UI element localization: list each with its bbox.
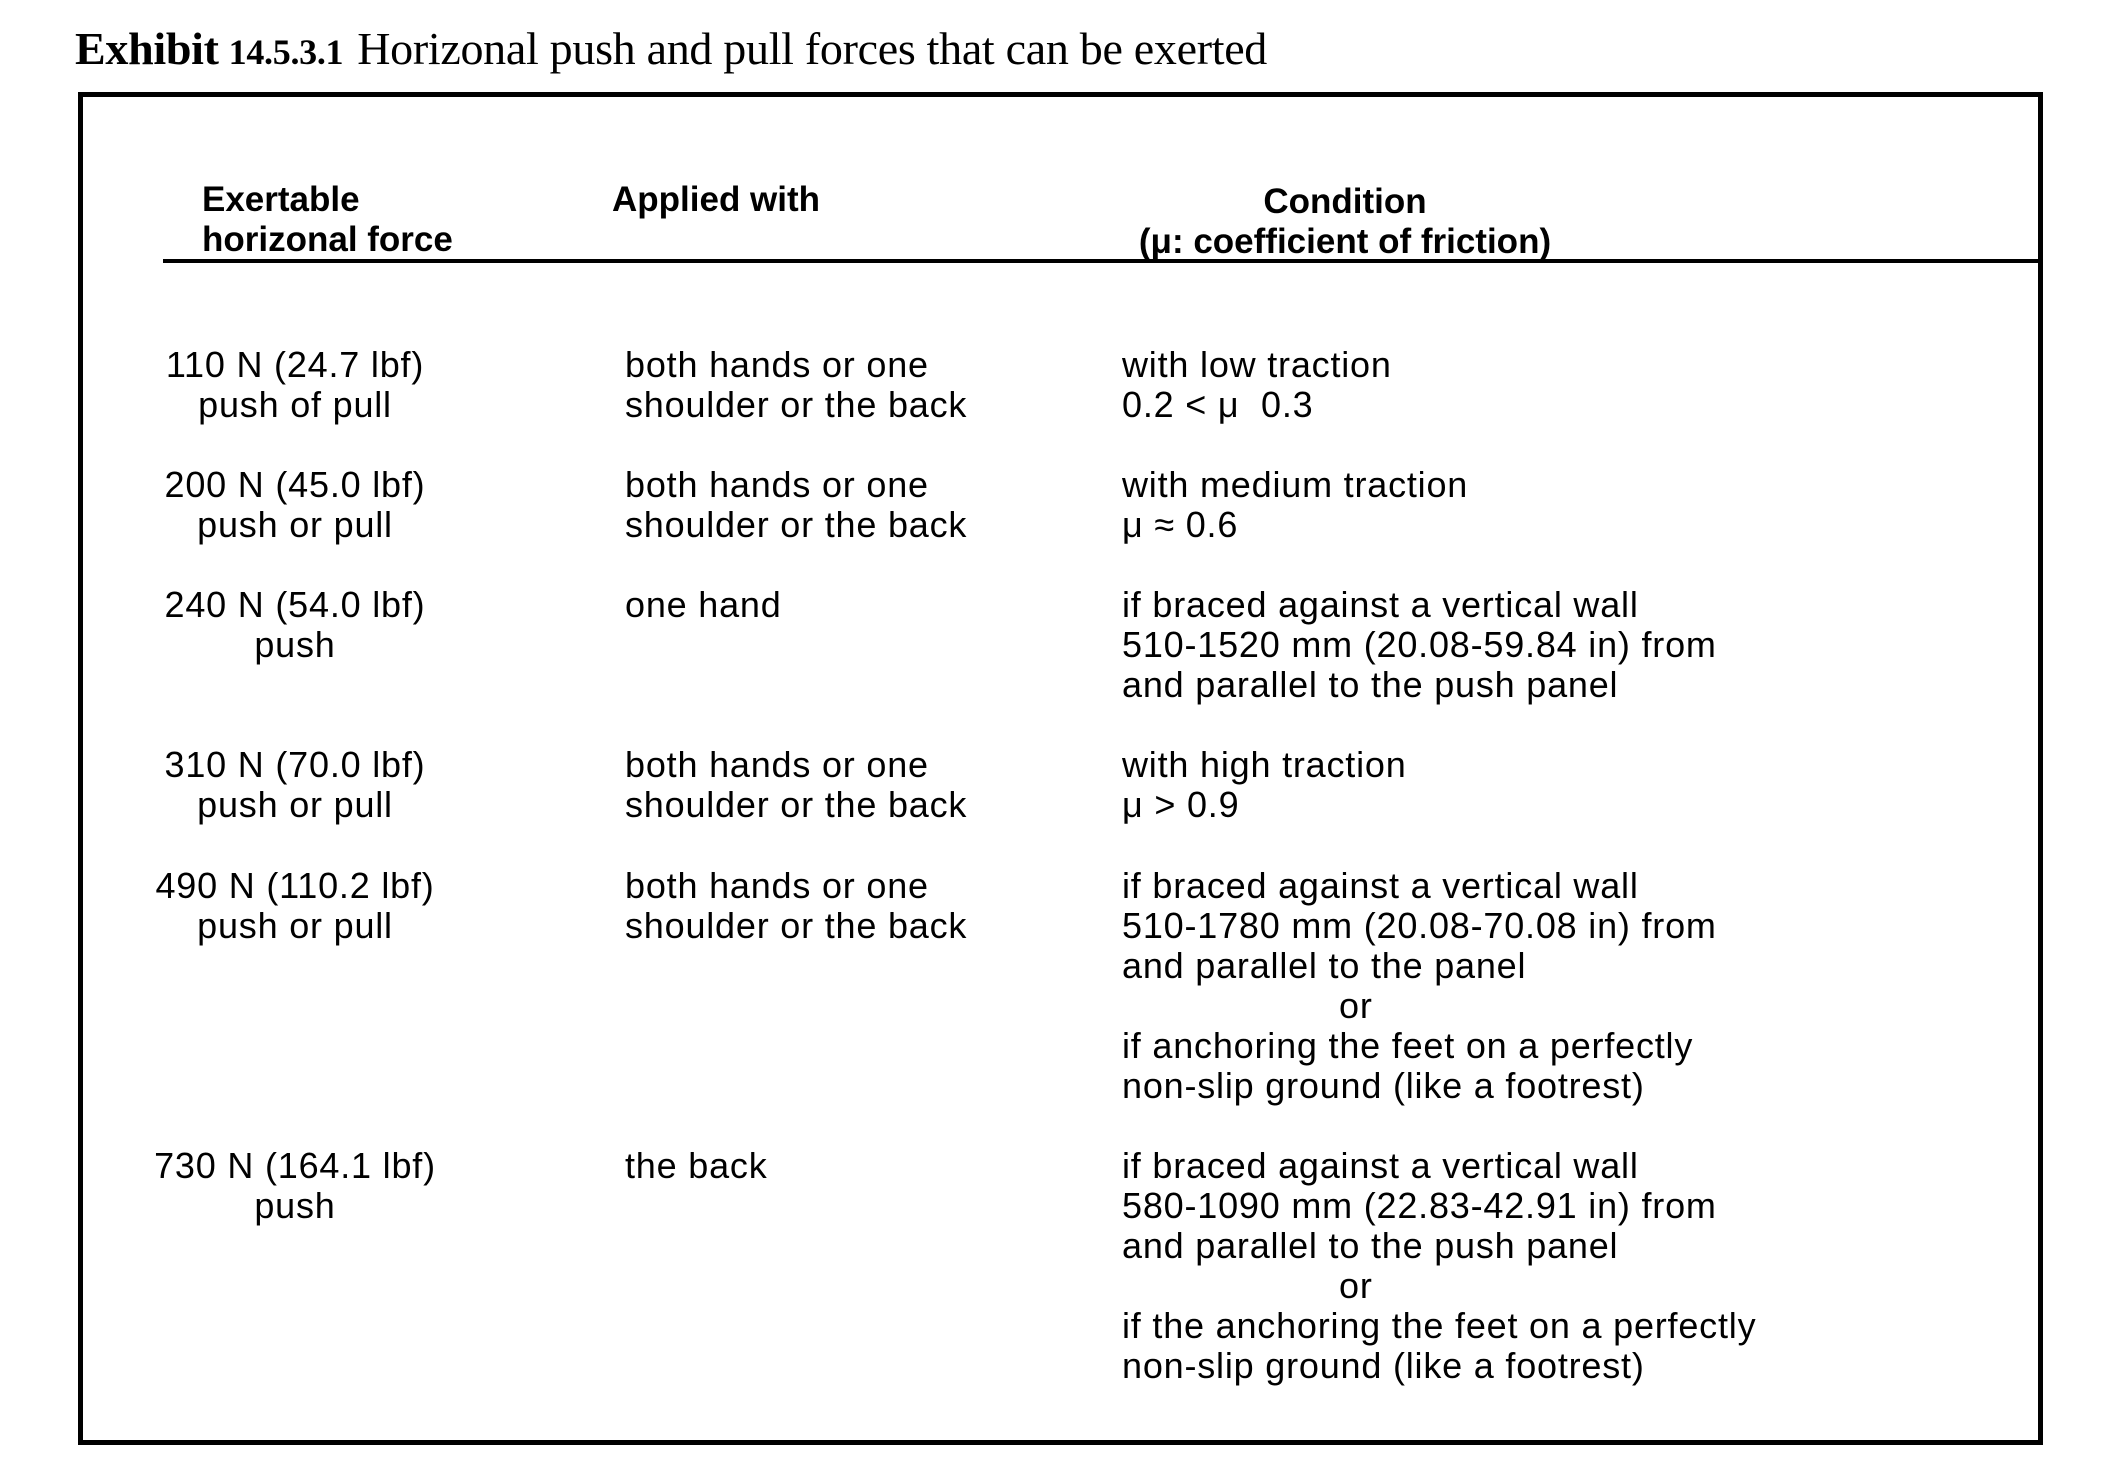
- condition-line: if anchoring the feet on a perfectly: [1122, 1025, 1694, 1066]
- condition-line: if braced against a vertical wall: [1122, 1145, 1639, 1186]
- exhibit-number: 14.5.3.1: [228, 32, 344, 72]
- condition-line: and parallel to the panel: [1122, 945, 1527, 986]
- applied-line: the back: [625, 1145, 768, 1186]
- force-line: 490 N (110.2 lbf): [155, 865, 435, 906]
- applied-line: shoulder or the back: [625, 905, 968, 946]
- applied-line: both hands or one: [625, 744, 929, 785]
- cell-applied: both hands or one shoulder or the back: [625, 866, 967, 946]
- cell-applied: one hand: [625, 585, 782, 625]
- exhibit-caption: Horizonal push and pull forces that can …: [357, 23, 1268, 74]
- header-rule: [163, 259, 2038, 263]
- exhibit-title: Exhibit 14.5.3.1 Horizonal push and pull f…: [75, 22, 1267, 75]
- condition-line: μ > 0.9: [1122, 784, 1240, 825]
- cell-force: 110 N (24.7 lbf) push of pull: [95, 345, 495, 425]
- force-line: 110 N (24.7 lbf): [165, 344, 425, 385]
- header-applied-line: Applied with: [612, 180, 821, 219]
- header-force-line: horizonal force: [202, 220, 453, 259]
- condition-line: if braced against a vertical wall: [1122, 584, 1639, 625]
- cell-applied: both hands or one shoulder or the back: [625, 345, 967, 425]
- condition-line: non-slip ground (like a footrest): [1122, 1345, 1645, 1386]
- cell-condition: with medium traction μ ≈ 0.6: [1122, 465, 1468, 545]
- cell-condition: if braced against a vertical wall 510-178…: [1122, 866, 1717, 1106]
- cell-condition: if braced against a vertical wall 510-152…: [1122, 585, 1717, 705]
- applied-line: both hands or one: [625, 464, 929, 505]
- header-applied: Applied with: [612, 180, 820, 220]
- force-line: 240 N (54.0 lbf): [164, 584, 426, 625]
- exhibit-label: Exhibit: [75, 23, 219, 74]
- force-line: push or pull: [197, 784, 393, 825]
- header-condition-line: (μ: coefficient of friction): [1138, 222, 1552, 261]
- force-line: push of pull: [198, 384, 392, 425]
- condition-line: 0.2 < μ 0.3: [1122, 384, 1314, 425]
- header-condition-line: Condition: [1263, 182, 1427, 221]
- applied-line: shoulder or the back: [625, 504, 968, 545]
- force-line: 310 N (70.0 lbf): [164, 744, 426, 785]
- cell-condition: with high traction μ > 0.9: [1122, 745, 1407, 825]
- force-line: 730 N (164.1 lbf): [154, 1145, 436, 1186]
- condition-line: with low traction: [1122, 344, 1392, 385]
- condition-line: μ ≈ 0.6: [1122, 504, 1239, 545]
- condition-line: 510-1520 mm (20.08-59.84 in) from: [1122, 624, 1717, 665]
- condition-line: or: [1339, 1265, 1373, 1306]
- cell-applied: the back: [625, 1146, 768, 1186]
- cell-force: 730 N (164.1 lbf) push: [95, 1146, 495, 1226]
- cell-force: 240 N (54.0 lbf) push: [95, 585, 495, 665]
- applied-line: both hands or one: [625, 344, 929, 385]
- condition-line: non-slip ground (like a footrest): [1122, 1065, 1645, 1106]
- condition-line: if the anchoring the feet on a perfectly: [1122, 1305, 1757, 1346]
- condition-line: with high traction: [1122, 744, 1407, 785]
- applied-line: one hand: [625, 584, 782, 625]
- force-line: push or pull: [197, 504, 393, 545]
- condition-line: 580-1090 mm (22.83-42.91 in) from: [1122, 1185, 1717, 1226]
- force-line: push: [254, 1185, 336, 1226]
- force-line: 200 N (45.0 lbf): [164, 464, 426, 505]
- force-line: push: [254, 624, 336, 665]
- cell-applied: both hands or one shoulder or the back: [625, 745, 967, 825]
- condition-line: if braced against a vertical wall: [1122, 865, 1639, 906]
- applied-line: both hands or one: [625, 865, 929, 906]
- cell-force: 200 N (45.0 lbf) push or pull: [95, 465, 495, 545]
- condition-line: and parallel to the push panel: [1122, 1225, 1619, 1266]
- applied-line: shoulder or the back: [625, 384, 968, 425]
- cell-force: 490 N (110.2 lbf) push or pull: [95, 866, 495, 946]
- header-force: Exertable horizonal force: [202, 180, 453, 260]
- condition-line: or: [1339, 985, 1373, 1026]
- cell-condition: with low traction 0.2 < μ 0.3: [1122, 345, 1392, 425]
- force-line: push or pull: [197, 905, 393, 946]
- cell-force: 310 N (70.0 lbf) push or pull: [95, 745, 495, 825]
- cell-applied: both hands or one shoulder or the back: [625, 465, 967, 545]
- condition-line: with medium traction: [1122, 464, 1469, 505]
- header-condition: Condition (μ: coefficient of friction): [1095, 182, 1595, 262]
- condition-line: and parallel to the push panel: [1122, 664, 1619, 705]
- applied-line: shoulder or the back: [625, 784, 968, 825]
- condition-line: 510-1780 mm (20.08-70.08 in) from: [1122, 905, 1717, 946]
- header-force-line: Exertable: [202, 180, 360, 219]
- cell-condition: if braced against a vertical wall 580-109…: [1122, 1146, 1756, 1386]
